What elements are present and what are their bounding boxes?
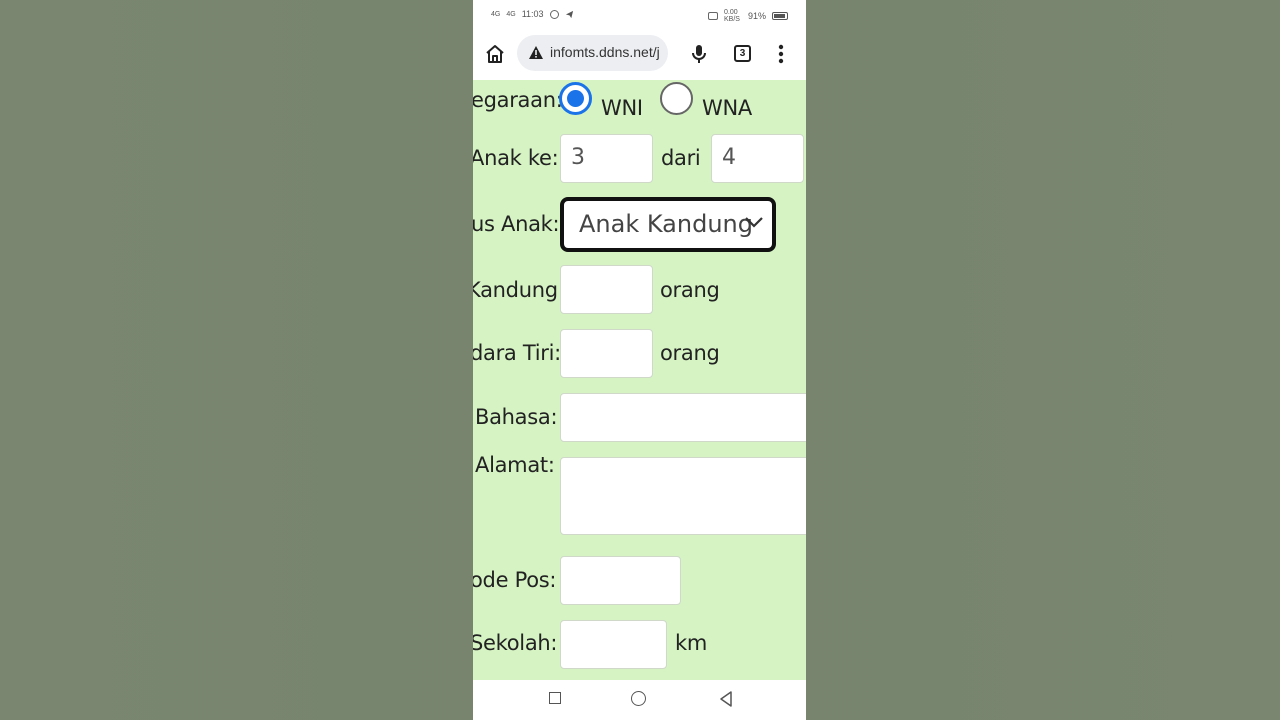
chevron-down-icon xyxy=(745,217,763,228)
network-indicator-1: 4G xyxy=(491,10,501,18)
saudara-kandung-label: Kandung: xyxy=(473,278,565,302)
phone-screen: 4G 4G 11:03 0.00 KB/S 91% infomts.ddns.n… xyxy=(473,0,806,720)
system-nav-bar xyxy=(473,680,806,720)
jarak-sekolah-input[interactable] xyxy=(560,620,667,669)
kode-pos-input[interactable] xyxy=(560,556,681,605)
status-bar: 4G 4G 11:03 0.00 KB/S 91% xyxy=(473,0,806,30)
wni-radio[interactable] xyxy=(559,82,592,115)
alamat-textarea[interactable] xyxy=(560,457,806,535)
home-nav-button[interactable] xyxy=(631,691,646,706)
status-anak-label: us Anak: xyxy=(473,212,560,236)
wni-label: WNI xyxy=(601,96,643,120)
telegram-icon xyxy=(565,10,573,18)
saudara-kandung-input[interactable] xyxy=(560,265,653,314)
alamat-label: Alamat: xyxy=(475,453,555,477)
wna-label: WNA xyxy=(702,96,752,120)
kewarganegaraan-label: egaraan: xyxy=(473,88,563,112)
microphone-icon[interactable] xyxy=(687,42,711,66)
jarak-unit: km xyxy=(675,631,708,655)
dari-label: dari xyxy=(661,146,701,170)
jarak-sekolah-label: Sekolah: xyxy=(473,631,558,655)
home-icon[interactable] xyxy=(483,42,507,66)
tab-switcher-button[interactable]: 3 xyxy=(734,45,751,62)
back-icon[interactable] xyxy=(719,691,733,707)
saudara-kandung-unit: orang xyxy=(660,278,720,302)
url-text: infomts.ddns.net/j xyxy=(550,44,660,60)
wna-radio[interactable] xyxy=(660,82,693,115)
network-indicator-2: 4G xyxy=(506,10,516,18)
battery-percent: 91% xyxy=(747,11,766,21)
bahasa-label: Bahasa: xyxy=(475,405,558,429)
saudara-tiri-input[interactable] xyxy=(560,329,653,378)
anak-ke-input[interactable]: 3 xyxy=(560,134,653,183)
warning-icon[interactable] xyxy=(529,46,543,59)
more-menu-icon[interactable] xyxy=(771,42,791,66)
jumlah-anak-input[interactable]: 4 xyxy=(711,134,804,183)
saudara-tiri-label: dara Tiri: xyxy=(473,341,561,365)
browser-toolbar: infomts.ddns.net/j 3 xyxy=(473,30,806,80)
battery-icon xyxy=(772,12,788,20)
address-bar[interactable]: infomts.ddns.net/j xyxy=(517,35,668,71)
bahasa-input[interactable] xyxy=(560,393,806,442)
whatsapp-icon xyxy=(549,9,559,19)
kode-pos-label: ode Pos: xyxy=(473,568,557,592)
saudara-tiri-unit: orang xyxy=(660,341,720,365)
vibrate-icon xyxy=(707,12,718,20)
net-speed: 0.00 KB/S xyxy=(723,9,740,23)
recents-button[interactable] xyxy=(549,692,561,704)
form-area: egaraan: WNI WNA Anak ke: 3 dari 4 us An… xyxy=(473,80,806,680)
status-anak-value: Anak Kandung xyxy=(579,210,753,238)
status-anak-select[interactable]: Anak Kandung xyxy=(560,197,776,252)
anak-ke-label: Anak ke: xyxy=(473,146,559,170)
clock: 11:03 xyxy=(521,9,544,19)
